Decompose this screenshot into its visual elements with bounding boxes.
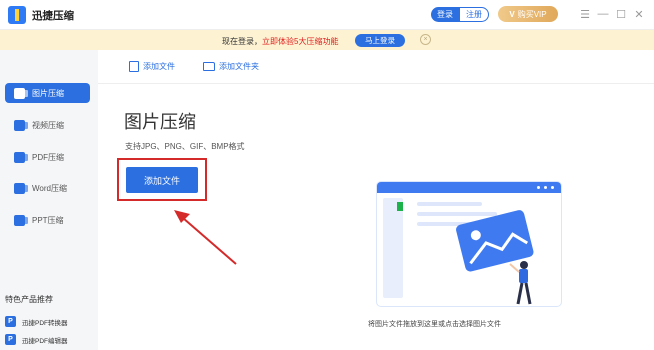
- picture-icon: [397, 202, 534, 305]
- drop-zone-illustration[interactable]: [377, 182, 561, 306]
- drop-zone-caption: 将图片文件拖放到这里或点击选择图片文件: [368, 321, 501, 328]
- person-figure: [509, 261, 532, 305]
